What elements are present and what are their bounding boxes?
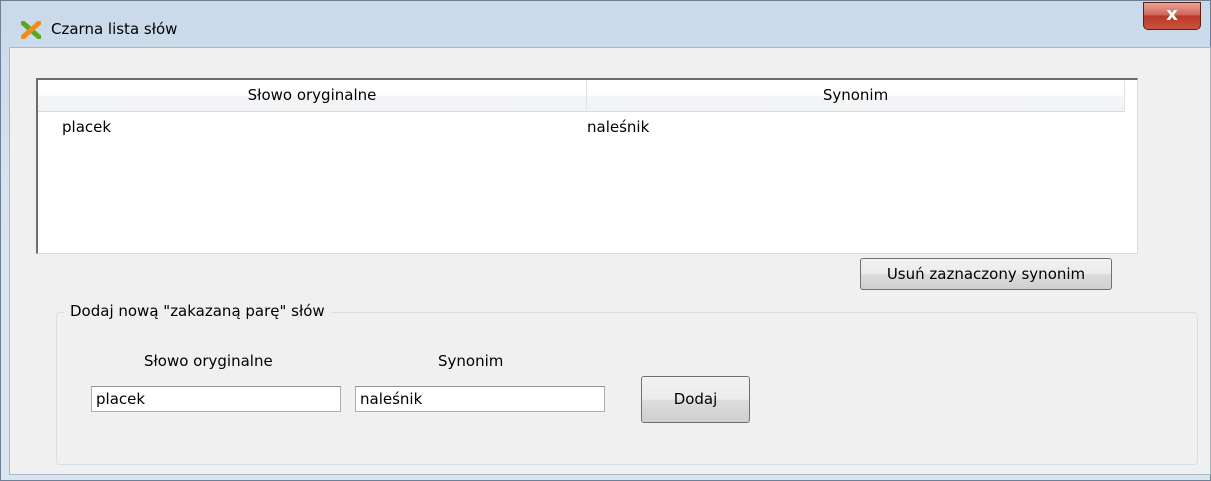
remove-synonym-button[interactable]: Usuń zaznaczony synonim [860, 258, 1112, 290]
close-icon: x [1166, 4, 1178, 25]
table-header: Słowo oryginalne Synonim [38, 80, 1137, 112]
dialog-window: Czarna lista słów x Słowo oryginalne Syn… [0, 0, 1211, 481]
synonym-input[interactable]: naleśnik [355, 386, 605, 412]
table-row[interactable]: placek naleśnik [38, 116, 1137, 138]
add-button[interactable]: Dodaj [641, 376, 750, 423]
title-bar[interactable]: Czarna lista słów x [1, 1, 1210, 47]
cell-synonym: naleśnik [587, 118, 650, 136]
original-word-input[interactable]: placek [91, 386, 341, 412]
column-header-synonym[interactable]: Synonim [587, 80, 1125, 112]
app-x-icon [20, 20, 42, 40]
blacklist-table[interactable]: Słowo oryginalne Synonim placek naleśnik [36, 78, 1138, 254]
close-button[interactable]: x [1143, 2, 1201, 30]
synonym-label: Synonim [438, 352, 504, 370]
original-word-label: Słowo oryginalne [144, 352, 273, 370]
column-header-original[interactable]: Słowo oryginalne [38, 80, 587, 112]
dialog-client-area: Słowo oryginalne Synonim placek naleśnik… [9, 47, 1211, 475]
window-title: Czarna lista słów [51, 20, 178, 38]
add-pair-group-title: Dodaj nową "zakazaną parę" słów [64, 300, 331, 322]
cell-original: placek [62, 118, 112, 136]
